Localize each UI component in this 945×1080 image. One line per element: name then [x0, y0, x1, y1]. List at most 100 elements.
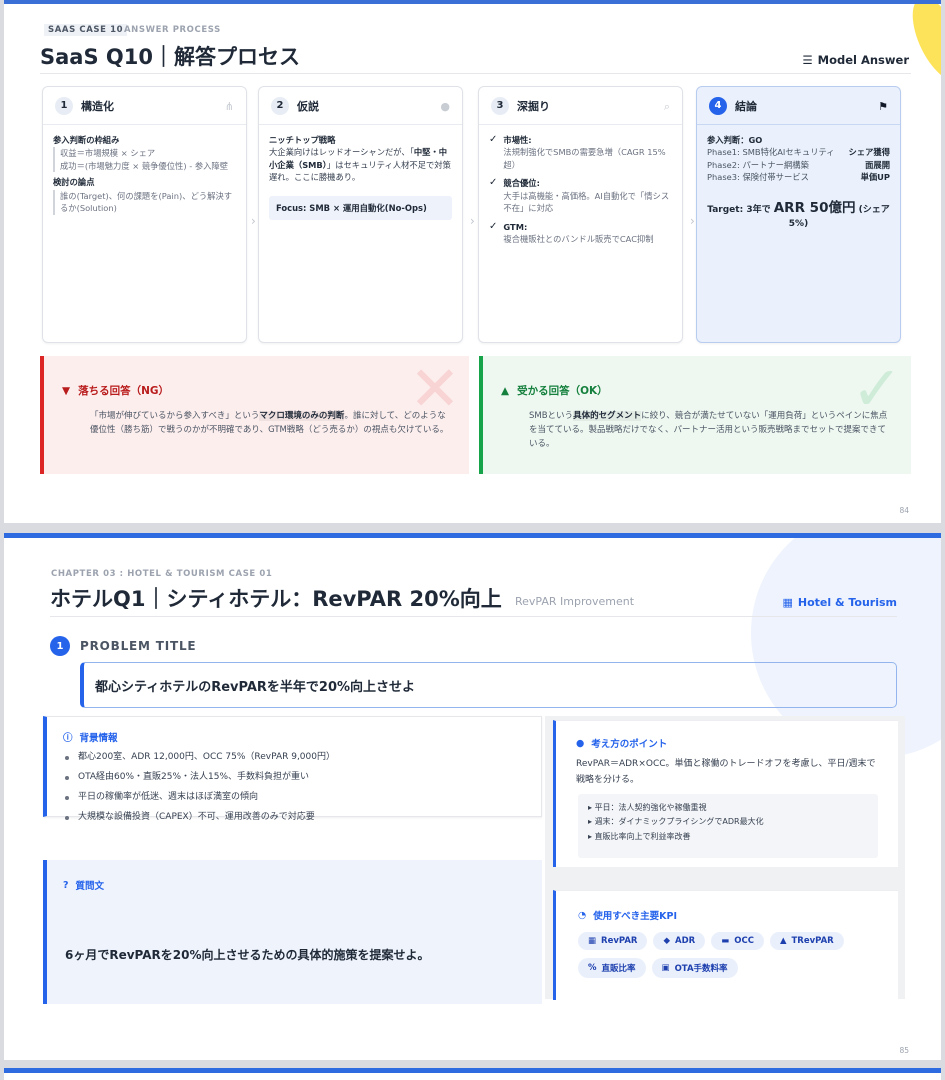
- question-icon: ?: [63, 879, 69, 891]
- card-body: 参入判断の枠組み 収益＝市場規模 × シェア 成功＝(市場魅力度 × 競争優位性…: [43, 125, 246, 224]
- ok-heading: ▲ 受かる回答（OK）: [501, 384, 608, 398]
- lightbulb-icon: ●: [576, 737, 585, 749]
- next-slide-edge: [4, 1068, 941, 1080]
- card-body: 参入判断：GO Phase1: SMB特化AIセキュリティ シェア獲得 Phase…: [697, 125, 900, 241]
- key-points-panel: ● 考え方のポイント RevPAR＝ADR×OCC。単価と稼働のトレードオフを考…: [553, 720, 898, 867]
- problem-title-row: 1 PROBLEM TITLE: [50, 636, 196, 656]
- phase-row: Phase2: パートナー網構築 面展開: [707, 159, 890, 170]
- hypothesis-text: 大企業向けはレッドオーシャンだが、「中堅・中小企業（SMB）」はセキュリティ人材…: [269, 147, 451, 183]
- ng-text: 「市場が伸びているから参入すべき」というマクロ環境のみの判断。誰に対して、どのよ…: [90, 411, 449, 436]
- check-icon: ✓: [489, 134, 498, 145]
- thumbs-up-icon: ▲: [501, 384, 510, 397]
- check-item: ✓ 競合優位: 大手は高機能・高価格。AI自動化で「情シス不在」に対応: [489, 177, 670, 214]
- step-title: 構造化: [81, 99, 114, 113]
- focus-box: Focus: SMB × 運用自動化(No-Ops): [269, 195, 452, 221]
- chevron-right-icon: ›: [690, 214, 695, 228]
- title-divider: [40, 73, 911, 74]
- sitemap-icon: ⋔: [224, 100, 234, 113]
- step-number: 3: [491, 96, 509, 115]
- page-number: 85: [899, 1046, 909, 1055]
- title-divider: [50, 616, 897, 617]
- step-title: 結論: [735, 99, 757, 113]
- check-icon: ✓: [489, 177, 498, 189]
- step-card-structure: 1 構造化 ⋔ 参入判断の枠組み 収益＝市場規模 × シェア 成功＝(市場魅力度…: [42, 86, 247, 343]
- check-item: ✓ GTM: 複合機販社とのバンドル販売でCAC抑制: [489, 220, 654, 245]
- problem-statement: 都心シティホテルのRevPARを半年で20%向上させよ: [80, 662, 897, 708]
- chevron-right-icon: ›: [251, 214, 256, 228]
- section-kicker: ANSWER PROCESS: [124, 25, 221, 35]
- kpi-chip: ◆ ADR: [653, 932, 706, 950]
- slide-title: SaaS Q10｜解答プロセス: [40, 45, 300, 69]
- background-list: 都心200室、ADR 12,000円、OCC 75%（RevPAR 9,000円…: [65, 753, 335, 833]
- chapter-kicker: CHAPTER 03 : HOTEL & TOURISM CASE 01: [51, 569, 273, 579]
- step-card-conclusion: 4 結論 ⚑ 参入判断：GO Phase1: SMB特化AIセキュリティ シェア獲…: [696, 86, 901, 343]
- list-item: ▸ 直販比率向上で利益率改善: [588, 831, 691, 841]
- check-item: ✓ 市場性: 法規制強化でSMBの需要急増（CAGR 15%超）: [489, 134, 666, 170]
- target-line: Target: 3年で ARR 50億円 (シェア5%): [707, 199, 890, 229]
- kpi-chip: ▣ OTA手数料率: [651, 958, 738, 978]
- formula-block: 収益＝市場規模 × シェア 成功＝(市場魅力度 × 競争優位性) - 参入障壁: [53, 147, 236, 173]
- model-answer-label: ☰ Model Answer: [802, 53, 909, 67]
- flag-icon: ⚑: [878, 100, 888, 113]
- list-icon: ☰: [802, 53, 813, 67]
- pie-chart-icon: ◔: [578, 909, 587, 921]
- card-header: 2 仮説 ●: [259, 87, 462, 125]
- step-card-deepdive: 3 深掘り ⌕ ✓ 市場性: 法規制強化でSMBの需要急増（CAGR 15%超） …: [478, 86, 683, 343]
- key-points-text: RevPAR＝ADR×OCC。単価と稼働のトレードオフを考慮し、平日/週末で戦略…: [576, 759, 876, 785]
- slide-saas-q10: SAAS CASE 10 ANSWER PROCESS SaaS Q10｜解答プ…: [4, 0, 941, 523]
- card-body: ✓ 市場性: 法規制強化でSMBの需要急増（CAGR 15%超） ✓ 競合優位: 大…: [479, 125, 682, 261]
- issue-block: 誰の(Target)、何の課題を(Pain)、どう解決するか(Solution): [53, 189, 236, 215]
- chevron-right-icon: ›: [470, 214, 475, 228]
- ng-answer-box: ✕ ▼ 落ちる回答（NG） 「市場が伸びているから参入すべき」というマクロ環境の…: [40, 356, 469, 474]
- list-item: 大規模な設備投資（CAPEX）不可、運用改善のみで対応要: [65, 813, 335, 822]
- step-title: 仮説: [297, 99, 319, 113]
- kpi-chip: ▲ TRevPAR: [769, 932, 844, 950]
- tag-icon: ◆: [663, 936, 671, 946]
- list-item: 都心200室、ADR 12,000円、OCC 75%（RevPAR 9,000円…: [65, 753, 335, 762]
- kpi-chip: ▬ OCC: [711, 932, 764, 950]
- bell-icon: ▲: [779, 936, 787, 946]
- body-heading: 参入判断の枠組み: [53, 135, 120, 145]
- card-body: ニッチトップ戦略 大企業向けはレッドオーシャンだが、「中堅・中小企業（SMB）」…: [259, 125, 462, 229]
- list-item: ▸ 平日：法人契約強化や稼働重視: [588, 803, 707, 812]
- card-header: 1 構造化 ⋔: [43, 87, 246, 125]
- building-icon: ▦: [782, 596, 793, 609]
- kpi-chip: ▦ RevPAR: [578, 932, 648, 950]
- panel-heading: ⓘ 背景情報: [63, 730, 118, 744]
- bed-icon: ▬: [721, 936, 730, 946]
- check-icon: ✓: [489, 220, 498, 232]
- slide-title: ホテルQ1｜シティホテル：RevPAR 20%向上: [50, 587, 502, 611]
- page-number: 84: [899, 506, 909, 515]
- step-card-hypothesis: 2 仮説 ● ニッチトップ戦略 大企業向けはレッドオーシャンだが、「中堅・中小企…: [258, 86, 463, 343]
- thumbs-down-icon: ▼: [62, 384, 71, 397]
- category-tag: ▦ Hotel & Tourism: [782, 596, 897, 609]
- building-icon: ▦: [588, 936, 597, 946]
- question-text: 6ヶ月でRevPARを20%向上させるための具体的施策を提案せよ。: [65, 948, 430, 962]
- card-header: 3 深掘り ⌕: [479, 87, 682, 125]
- list-item: ▸ 週末：ダイナミックプライシングでADR最大化: [588, 817, 764, 827]
- lightbulb-icon: ●: [440, 100, 450, 113]
- search-icon: ⌕: [663, 100, 670, 113]
- percent-icon: %: [588, 963, 597, 973]
- step-number: 4: [709, 96, 727, 115]
- section-number: 1: [50, 636, 70, 656]
- ok-answer-box: ✓ ▲ 受かる回答（OK） SMBという具体的セグメントに絞り、競合が満たせてい…: [479, 356, 911, 474]
- panel-heading: ? 質問文: [63, 879, 105, 893]
- key-points-sublist: ▸ 平日：法人契約強化や稼働重視 ▸ 週末：ダイナミックプライシングでADR最大…: [578, 794, 878, 858]
- slide-hotel-q1: CHAPTER 03 : HOTEL & TOURISM CASE 01 ホテル…: [4, 533, 941, 1060]
- step-number: 1: [55, 96, 73, 115]
- formula-line: 収益＝市場規模 × シェア: [60, 148, 156, 159]
- ng-heading: ▼ 落ちる回答（NG）: [62, 384, 169, 398]
- slide-subtitle: RevPAR Improvement: [515, 595, 635, 608]
- background-info-panel: ⓘ 背景情報 都心200室、ADR 12,000円、OCC 75%（RevPAR…: [43, 716, 542, 822]
- body-heading: 検討の論点: [53, 177, 95, 188]
- list-item: OTA経由60%・直販25%・法人15%、手数料負担が重い: [65, 773, 335, 782]
- kpi-chip: % 直販比率: [578, 958, 646, 978]
- body-heading: ニッチトップ戦略: [269, 135, 336, 145]
- decorative-shape: [901, 4, 941, 89]
- formula-line: 成功＝(市場魅力度 × 競争優位性) - 参入障壁: [60, 160, 229, 171]
- case-kicker: SAAS CASE 10: [44, 24, 128, 36]
- section-label: PROBLEM TITLE: [80, 639, 197, 653]
- phase-row: Phase1: SMB特化AIセキュリティ シェア獲得: [707, 147, 890, 158]
- step-number: 2: [271, 96, 289, 115]
